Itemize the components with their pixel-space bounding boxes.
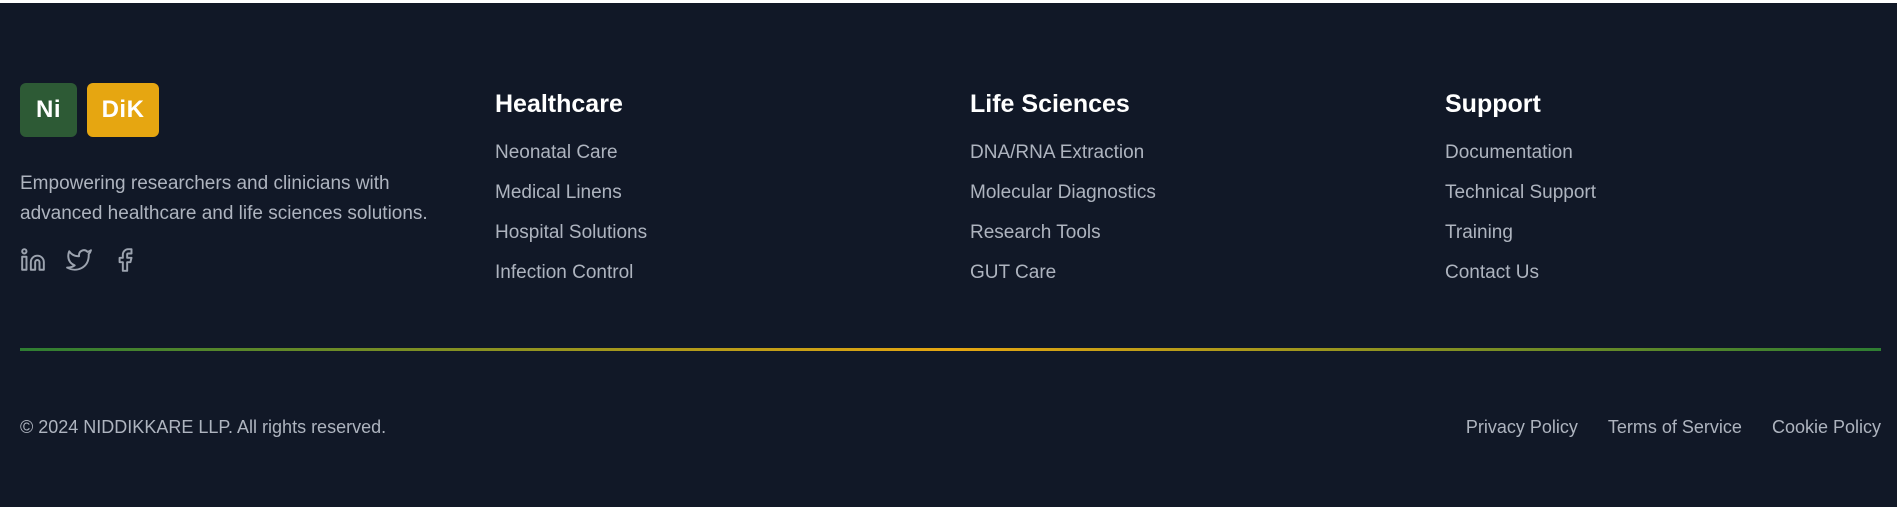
- footer-link-medical-linens[interactable]: Medical Linens: [495, 181, 895, 205]
- footer-column-healthcare: Healthcare Neonatal Care Medical Linens …: [495, 89, 895, 301]
- footer-link-molecular-diagnostics[interactable]: Molecular Diagnostics: [970, 181, 1370, 205]
- footer-link-gut-care[interactable]: GUT Care: [970, 261, 1370, 285]
- footer-link-hospital-solutions[interactable]: Hospital Solutions: [495, 221, 895, 245]
- site-footer: Ni DiK Empowering researchers and clinic…: [20, 3, 1881, 507]
- legal-links: Privacy Policy Terms of Service Cookie P…: [1466, 415, 1881, 439]
- footer-link-technical-support[interactable]: Technical Support: [1445, 181, 1845, 205]
- link-list: DNA/RNA Extraction Molecular Diagnostics…: [970, 141, 1370, 285]
- terms-of-service-link[interactable]: Terms of Service: [1608, 415, 1742, 439]
- footer-divider: [20, 348, 1881, 351]
- logo-ni-tile: Ni: [20, 83, 77, 137]
- footer-link-documentation[interactable]: Documentation: [1445, 141, 1845, 165]
- cookie-policy-link[interactable]: Cookie Policy: [1772, 415, 1881, 439]
- footer-link-research-tools[interactable]: Research Tools: [970, 221, 1370, 245]
- twitter-icon[interactable]: [66, 247, 92, 273]
- footer-link-contact-us[interactable]: Contact Us: [1445, 261, 1845, 285]
- column-title: Support: [1445, 90, 1541, 118]
- column-title: Life Sciences: [970, 90, 1130, 118]
- footer-link-dna-rna-extraction[interactable]: DNA/RNA Extraction: [970, 141, 1370, 165]
- footer-link-infection-control[interactable]: Infection Control: [495, 261, 895, 285]
- logo-dik-tile: DiK: [87, 83, 159, 137]
- facebook-icon[interactable]: [112, 247, 138, 273]
- brand-block: Ni DiK Empowering researchers and clinic…: [20, 83, 460, 273]
- copyright-text: © 2024 NIDDIKKARE LLP. All rights reserv…: [20, 417, 387, 437]
- privacy-policy-link[interactable]: Privacy Policy: [1466, 415, 1578, 439]
- footer-link-neonatal-care[interactable]: Neonatal Care: [495, 141, 895, 165]
- column-title: Healthcare: [495, 90, 623, 118]
- social-links: [20, 247, 460, 273]
- link-list: Documentation Technical Support Training…: [1445, 141, 1845, 285]
- linkedin-icon[interactable]: [20, 247, 46, 273]
- link-list: Neonatal Care Medical Linens Hospital So…: [495, 141, 895, 285]
- logo[interactable]: Ni DiK: [20, 83, 460, 137]
- footer-column-life-sciences: Life Sciences DNA/RNA Extraction Molecul…: [970, 89, 1370, 301]
- brand-description: Empowering researchers and clinicians wi…: [20, 173, 428, 224]
- footer-link-training[interactable]: Training: [1445, 221, 1845, 245]
- footer-column-support: Support Documentation Technical Support …: [1445, 89, 1845, 301]
